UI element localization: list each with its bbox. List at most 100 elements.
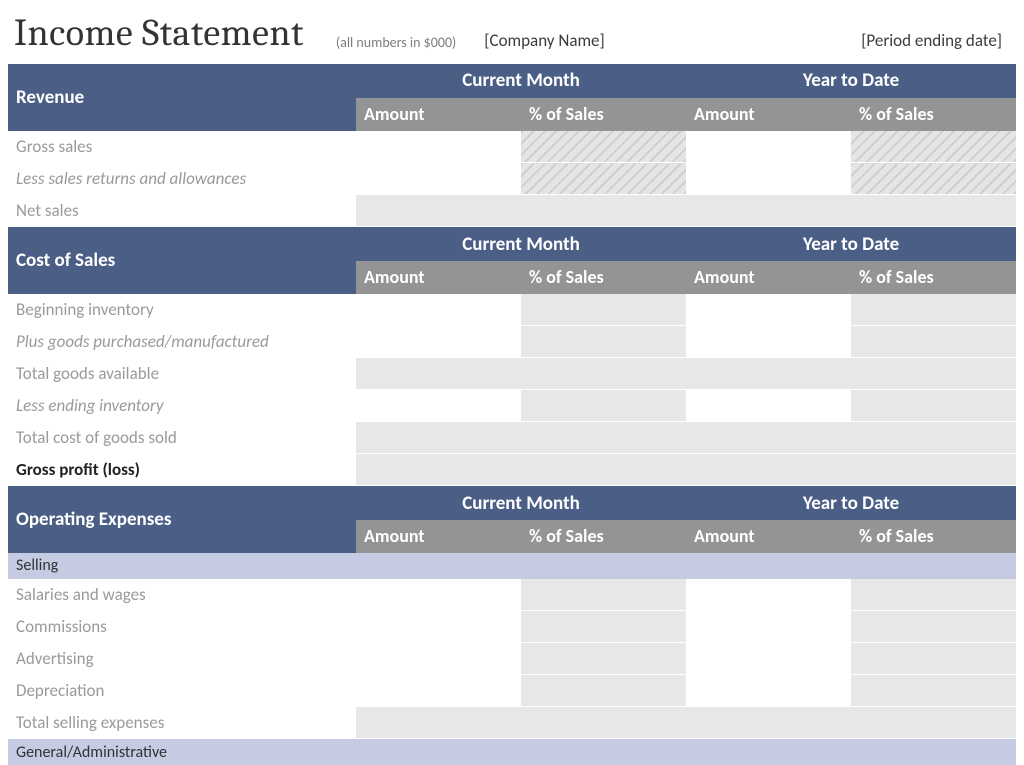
cell-pct-current [521,163,686,195]
cell-amount-ytd[interactable] [686,131,851,163]
cell-amount-current[interactable] [356,675,521,707]
section-header-operating-expenses: Operating Expenses Current Month Year to… [8,486,1016,520]
col-pct-current: % of Sales [521,520,686,553]
section-title-operating-expenses: Operating Expenses [8,486,356,553]
cell-pct-ytd[interactable] [851,358,1016,390]
cell-pct-ytd [851,163,1016,195]
col-amount-ytd: Amount [686,261,851,294]
cell-amount-current[interactable] [356,163,521,195]
row-label: Total goods available [8,358,356,390]
cell-pct-ytd[interactable] [851,579,1016,611]
col-pct-ytd: % of Sales [851,261,1016,294]
cell-pct-ytd[interactable] [851,294,1016,326]
cell-amount-ytd[interactable] [686,675,851,707]
table-row: Gross sales [8,131,1016,163]
cell-amount-current[interactable] [356,195,521,227]
subsection-band-general-admin: General/Administrative [8,739,1016,765]
cell-pct-current[interactable] [521,195,686,227]
cell-pct-ytd[interactable] [851,390,1016,422]
table-row: Less sales returns and allowances [8,163,1016,195]
cell-amount-current[interactable] [356,611,521,643]
column-group-current: Current Month [356,64,686,98]
income-statement-table: Revenue Current Month Year to Date Amoun… [8,64,1016,765]
company-name-placeholder[interactable]: [Company Name] [484,30,604,54]
cell-pct-current[interactable] [521,454,686,486]
cell-pct-current[interactable] [521,294,686,326]
cell-amount-current[interactable] [356,390,521,422]
cell-amount-ytd[interactable] [686,358,851,390]
cell-pct-current[interactable] [521,390,686,422]
table-row: Beginning inventory [8,294,1016,326]
cell-amount-current[interactable] [356,358,521,390]
section-title-revenue: Revenue [8,64,356,131]
cell-amount-current[interactable] [356,707,521,739]
cell-amount-ytd[interactable] [686,294,851,326]
col-amount-current: Amount [356,261,521,294]
column-group-ytd: Year to Date [686,64,1016,98]
cell-pct-ytd[interactable] [851,707,1016,739]
subsection-heading: General/Administrative [8,739,1016,765]
period-placeholder[interactable]: [Period ending date] [861,30,1010,54]
row-label: Depreciation [8,675,356,707]
row-label: Less ending inventory [8,390,356,422]
cell-amount-ytd[interactable] [686,390,851,422]
col-pct-current: % of Sales [521,98,686,131]
subsection-band-selling: Selling [8,553,1016,579]
cell-pct-current[interactable] [521,643,686,675]
section-header-cost-of-sales: Cost of Sales Current Month Year to Date [8,227,1016,261]
table-row: Total goods available [8,358,1016,390]
row-label: Net sales [8,195,356,227]
cell-amount-ytd[interactable] [686,422,851,454]
cell-amount-current[interactable] [356,131,521,163]
cell-amount-ytd[interactable] [686,326,851,358]
cell-amount-current[interactable] [356,422,521,454]
cell-amount-ytd[interactable] [686,579,851,611]
cell-amount-ytd[interactable] [686,611,851,643]
cell-pct-current[interactable] [521,358,686,390]
cell-amount-current[interactable] [356,579,521,611]
row-label: Total selling expenses [8,707,356,739]
cell-pct-ytd[interactable] [851,454,1016,486]
col-amount-ytd: Amount [686,98,851,131]
cell-pct-ytd[interactable] [851,675,1016,707]
section-title-cost-of-sales: Cost of Sales [8,227,356,294]
row-label: Beginning inventory [8,294,356,326]
cell-pct-ytd[interactable] [851,643,1016,675]
table-row: Commissions [8,611,1016,643]
cell-amount-current[interactable] [356,643,521,675]
row-label: Plus goods purchased/manufactured [8,326,356,358]
cell-pct-ytd[interactable] [851,611,1016,643]
cell-pct-current[interactable] [521,422,686,454]
cell-amount-ytd[interactable] [686,195,851,227]
cell-amount-ytd[interactable] [686,707,851,739]
cell-pct-current[interactable] [521,675,686,707]
table-row: Less ending inventory [8,390,1016,422]
cell-pct-current [521,131,686,163]
cell-pct-current[interactable] [521,326,686,358]
table-row: Plus goods purchased/manufactured [8,326,1016,358]
row-label: Total cost of goods sold [8,422,356,454]
cell-amount-current[interactable] [356,294,521,326]
units-note: (all numbers in $000) [336,34,456,54]
cell-pct-current[interactable] [521,707,686,739]
cell-amount-ytd[interactable] [686,454,851,486]
cell-amount-current[interactable] [356,454,521,486]
cell-pct-ytd[interactable] [851,195,1016,227]
cell-pct-ytd[interactable] [851,422,1016,454]
cell-pct-ytd[interactable] [851,326,1016,358]
cell-pct-current[interactable] [521,611,686,643]
col-pct-ytd: % of Sales [851,520,1016,553]
cell-amount-ytd[interactable] [686,643,851,675]
column-group-ytd: Year to Date [686,227,1016,261]
table-row: Salaries and wages [8,579,1016,611]
cell-amount-ytd[interactable] [686,163,851,195]
table-row: Total selling expenses [8,707,1016,739]
cell-amount-current[interactable] [356,326,521,358]
subsection-heading: Selling [8,553,1016,579]
cell-pct-current[interactable] [521,579,686,611]
document-header: Income Statement (all numbers in $000) [… [8,8,1016,64]
row-label: Gross sales [8,131,356,163]
row-label: Commissions [8,611,356,643]
table-row: Total cost of goods sold [8,422,1016,454]
section-header-revenue: Revenue Current Month Year to Date [8,64,1016,98]
